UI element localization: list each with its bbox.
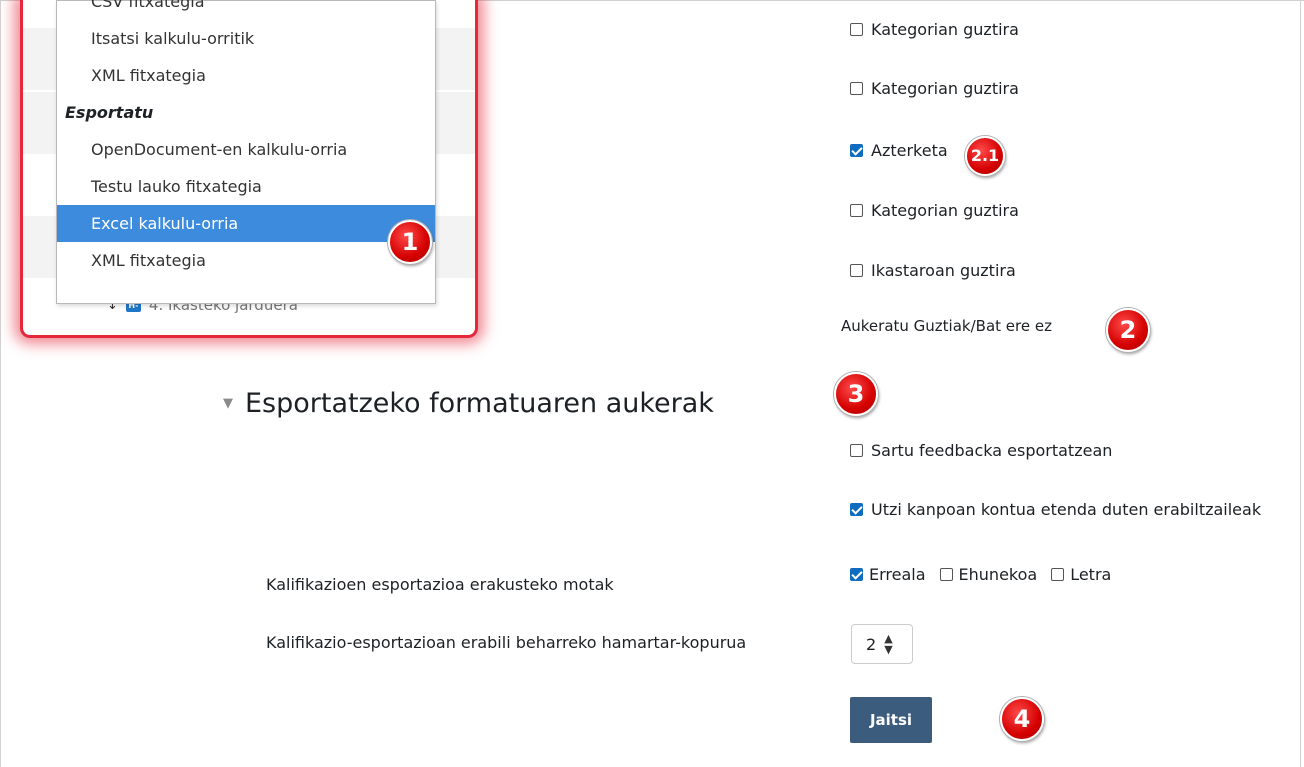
checkbox-checked[interactable] — [850, 144, 863, 157]
display-type-label: Ehunekoa — [958, 565, 1038, 584]
display-types-label: Kalifikazioen esportazioa erakusteko mot… — [266, 575, 614, 594]
display-type-letter[interactable]: Letra — [1051, 565, 1111, 584]
display-type-label: Erreala — [869, 565, 926, 584]
checkbox[interactable] — [850, 204, 863, 217]
section-title: Esportatzeko formatuaren aukerak — [245, 388, 714, 419]
grade-item-row[interactable]: Kategorian guztira — [850, 201, 1019, 220]
menu-item-opendocument[interactable]: OpenDocument-en kalkulu-orria — [57, 131, 435, 168]
step-badge-2: 2 — [1106, 308, 1150, 352]
display-type-real[interactable]: Erreala — [850, 565, 926, 584]
menu-item-xml-export[interactable]: XML fitxategia — [57, 242, 435, 279]
menu-item-plain-text[interactable]: Testu lauko fitxategia — [57, 168, 435, 205]
menu-item-csv[interactable]: CSV fitxategia — [57, 0, 435, 20]
feedback-option-row[interactable]: Sartu feedbacka esportatzean — [850, 441, 1112, 460]
checkbox[interactable] — [939, 568, 953, 581]
decimal-points-value: 2 — [866, 634, 877, 654]
grade-item-row[interactable]: Kategorian guztira — [850, 79, 1019, 98]
select-all-none-link[interactable]: Aukeratu Guztiak/Bat ere ez — [841, 317, 1052, 335]
checkbox[interactable] — [1051, 568, 1065, 581]
feedback-option-label: Sartu feedbacka esportatzean — [871, 441, 1113, 460]
checkbox-checked[interactable] — [850, 503, 863, 516]
grade-item-row[interactable]: Ikastaroan guztira — [850, 261, 1016, 280]
page-border-right — [1300, 0, 1301, 767]
grade-item-label: Kategorian guztira — [871, 20, 1019, 39]
checkbox-checked[interactable] — [850, 568, 863, 581]
updown-arrows-icon: ▲ ▼ — [884, 632, 893, 656]
display-types-group: Erreala Ehunekoa Letra — [850, 565, 1111, 584]
checkbox[interactable] — [850, 264, 863, 277]
export-menu-inset: ↓ H-P 4. Ikasteko jarduera CSV fitxategi… — [20, 0, 478, 338]
menu-item-xml-import[interactable]: XML fitxategia — [57, 57, 435, 94]
step-badge-4: 4 — [1000, 697, 1044, 741]
menu-item-excel[interactable]: Excel kalkulu-orria — [57, 205, 435, 242]
exclude-suspended-label: Utzi kanpoan kontua etenda duten erabilt… — [871, 500, 1262, 519]
download-button[interactable]: Jaitsi — [850, 697, 932, 743]
page-border-left — [0, 0, 1, 767]
collapse-caret-icon[interactable]: ▼ — [223, 396, 233, 411]
menu-item-paste-spreadsheet[interactable]: Itsatsi kalkulu-orritik — [57, 20, 435, 57]
display-type-label: Letra — [1070, 565, 1112, 584]
export-format-options-heading[interactable]: ▼ Esportatzeko formatuaren aukerak — [223, 388, 714, 419]
grade-item-label: Kategorian guztira — [871, 201, 1019, 220]
grade-item-label: Ikastaroan guztira — [871, 261, 1016, 280]
checkbox[interactable] — [850, 23, 863, 36]
step-badge-1: 1 — [388, 220, 432, 264]
display-type-percentage[interactable]: Ehunekoa — [939, 565, 1038, 584]
grade-item-row[interactable]: Kategorian guztira — [850, 20, 1019, 39]
step-badge-2-1: 2.1 — [965, 136, 1005, 176]
decimal-points-label: Kalifikazio-esportazioan erabili beharre… — [266, 633, 747, 652]
step-badge-3: 3 — [834, 372, 878, 416]
checkbox[interactable] — [850, 82, 863, 95]
menu-header-export: Esportatu — [65, 103, 154, 122]
checkbox[interactable] — [850, 444, 863, 457]
exclude-suspended-row[interactable]: Utzi kanpoan kontua etenda duten erabilt… — [850, 500, 1261, 519]
grade-item-label: Azterketa — [871, 141, 948, 160]
grade-item-label: Kategorian guztira — [871, 79, 1019, 98]
export-dropdown-menu: CSV fitxategia Itsatsi kalkulu-orritik X… — [56, 0, 436, 304]
decimal-points-select[interactable]: 2 ▲ ▼ — [851, 624, 913, 664]
grade-item-row[interactable]: Azterketa — [850, 141, 948, 160]
